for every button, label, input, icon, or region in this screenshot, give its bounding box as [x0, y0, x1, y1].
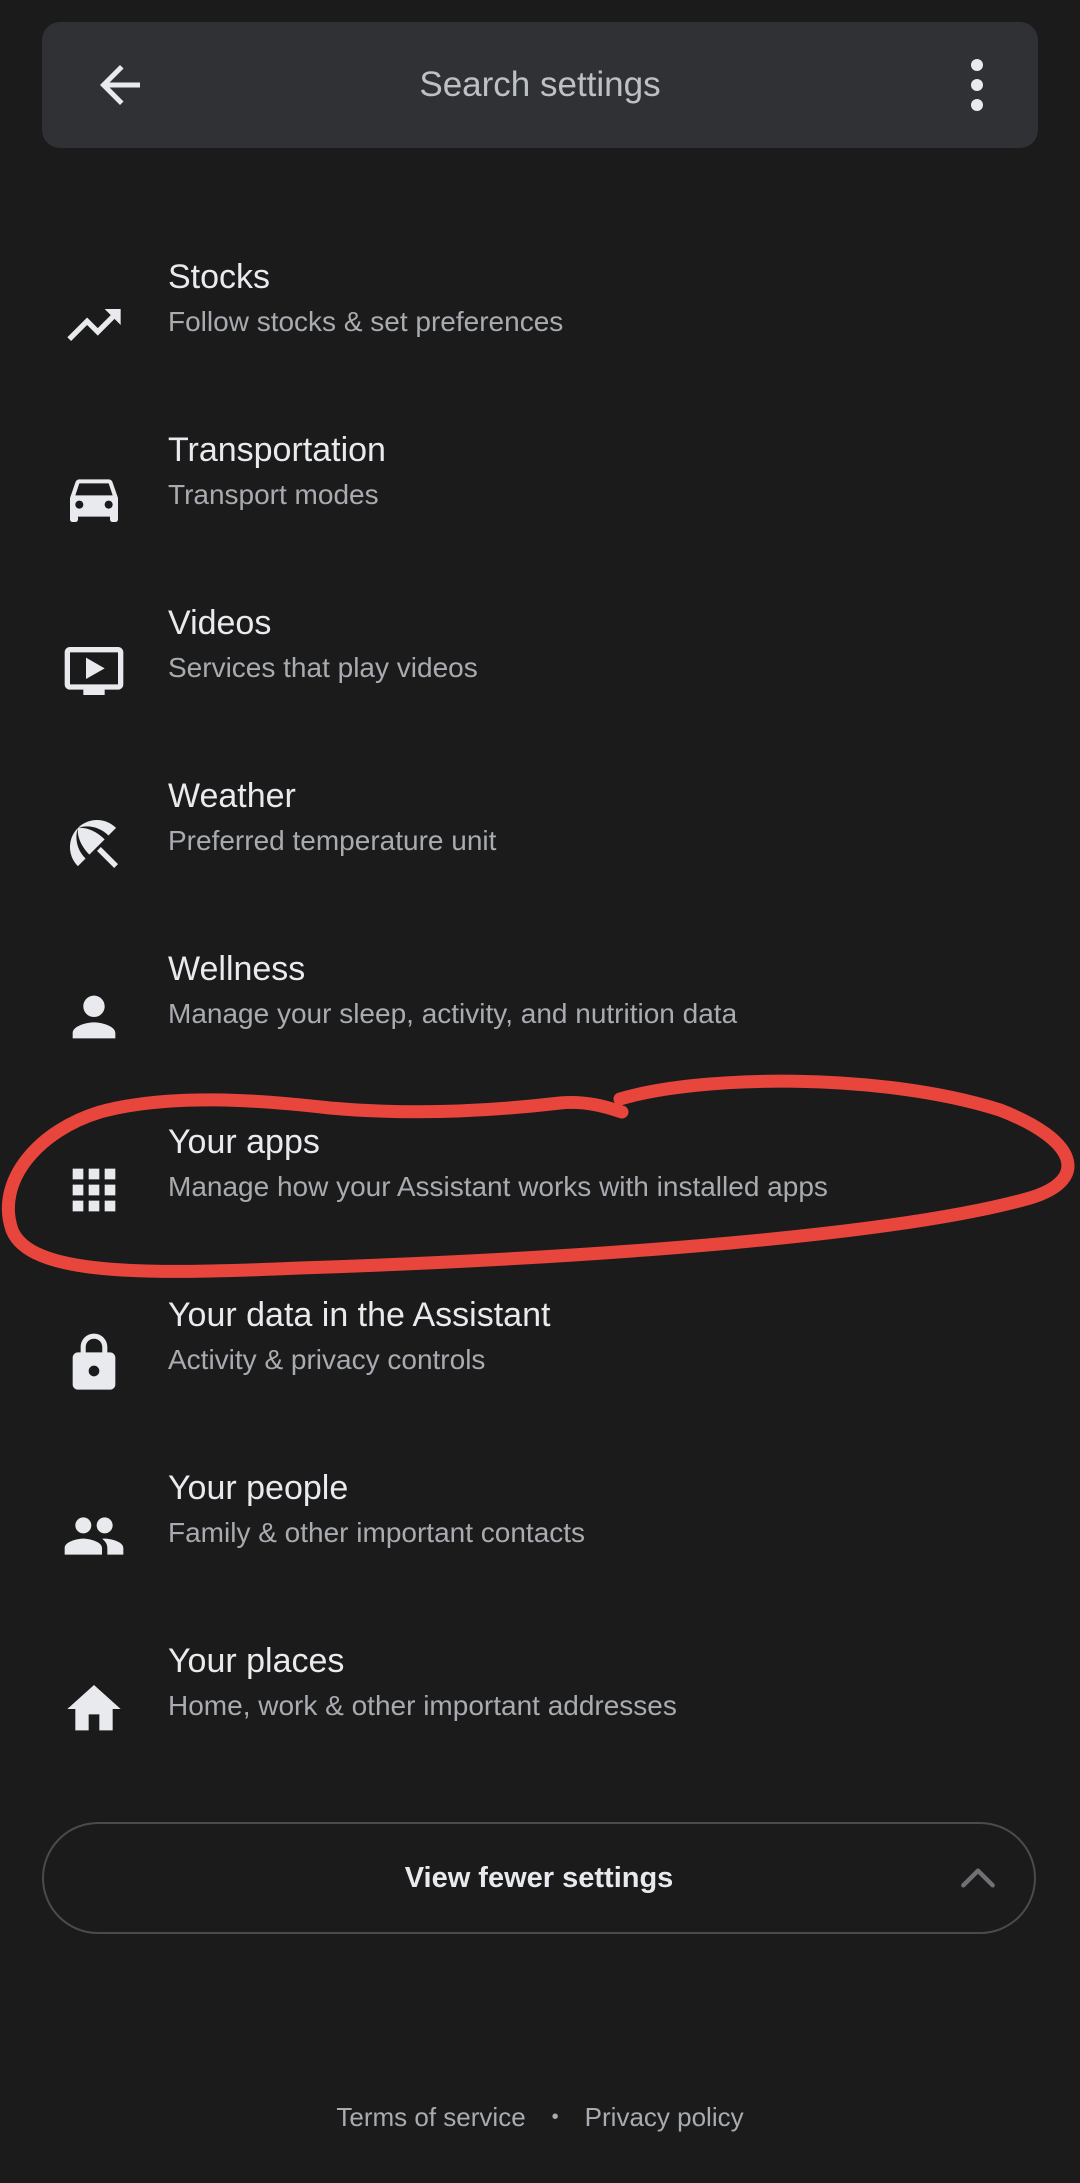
setting-subtitle: Activity & privacy controls — [168, 1344, 486, 1375]
privacy-policy-link[interactable]: Privacy policy — [585, 2102, 744, 2133]
setting-item-your-places[interactable]: Your places Home, work & other important… — [0, 1642, 1080, 1792]
setting-subtitle: Manage your sleep, activity, and nutriti… — [168, 998, 738, 1029]
apps-grid-icon — [72, 1168, 116, 1212]
trending-up-icon — [67, 309, 121, 341]
person-icon — [72, 995, 116, 1039]
setting-item-transportation[interactable]: Transportation Transport modes — [0, 431, 1080, 581]
more-vert-icon[interactable] — [962, 55, 992, 115]
chevron-up-icon — [961, 1868, 995, 1888]
setting-item-your-data[interactable]: Your data in the Assistant Activity & pr… — [0, 1296, 1080, 1446]
setting-title: Wellness — [168, 950, 306, 988]
setting-subtitle: Manage how your Assistant works with ins… — [168, 1171, 828, 1202]
setting-subtitle: Follow stocks & set preferences — [168, 306, 564, 337]
setting-title: Videos — [168, 604, 272, 642]
setting-item-your-apps[interactable]: Your apps Manage how your Assistant work… — [0, 1123, 1080, 1273]
setting-title: Your apps — [168, 1123, 320, 1161]
search-bar[interactable]: Search settings — [42, 22, 1038, 148]
footer-separator: • — [551, 2105, 559, 2128]
setting-item-stocks[interactable]: Stocks Follow stocks & set preferences — [0, 258, 1080, 408]
people-icon — [64, 1517, 124, 1555]
setting-subtitle: Family & other important contacts — [168, 1517, 586, 1548]
setting-title: Stocks — [168, 258, 271, 296]
setting-subtitle: Home, work & other important addresses — [168, 1690, 677, 1721]
setting-item-videos[interactable]: Videos Services that play videos — [0, 604, 1080, 754]
setting-item-your-people[interactable]: Your people Family & other important con… — [0, 1469, 1080, 1619]
setting-title: Your places — [168, 1642, 345, 1680]
video-icon — [64, 647, 124, 695]
search-input[interactable]: Search settings — [42, 22, 1038, 148]
lock-icon — [72, 1333, 116, 1390]
view-fewer-settings-button[interactable]: View fewer settings — [42, 1822, 1036, 1934]
footer: Terms of service • Privacy policy — [0, 2100, 1080, 2140]
setting-subtitle: Services that play videos — [168, 652, 478, 683]
home-icon — [67, 1685, 121, 1731]
setting-title: Weather — [168, 777, 296, 815]
setting-subtitle: Transport modes — [168, 479, 379, 510]
setting-item-wellness[interactable]: Wellness Manage your sleep, activity, an… — [0, 950, 1080, 1100]
setting-title: Transportation — [168, 431, 386, 469]
terms-of-service-link[interactable]: Terms of service — [336, 2102, 525, 2133]
setting-item-weather[interactable]: Weather Preferred temperature unit — [0, 777, 1080, 927]
car-icon — [70, 479, 118, 522]
view-fewer-settings-label: View fewer settings — [404, 1862, 674, 1894]
setting-title: Your people — [168, 1469, 349, 1507]
umbrella-beach-icon — [70, 820, 118, 868]
setting-title: Your data in the Assistant — [168, 1296, 551, 1334]
setting-subtitle: Preferred temperature unit — [168, 825, 497, 856]
